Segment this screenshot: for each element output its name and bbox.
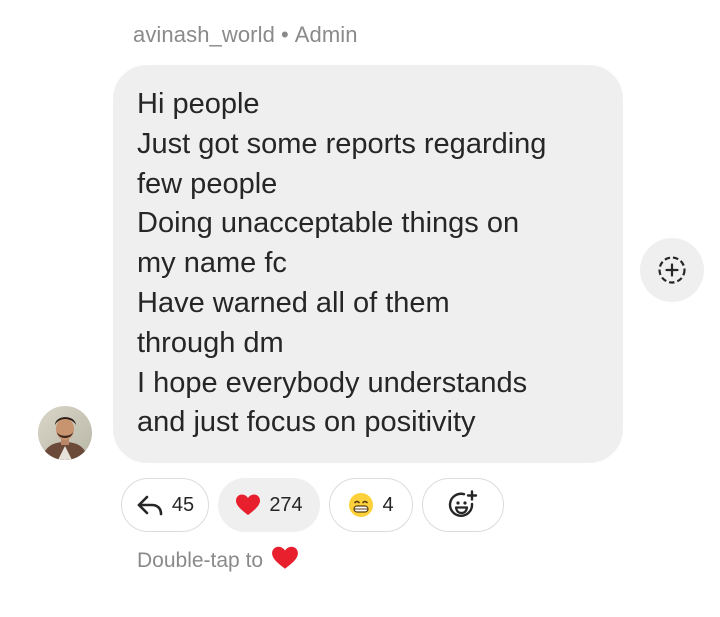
add-reaction-button[interactable] — [640, 238, 704, 302]
double-tap-hint: Double-tap to — [137, 545, 299, 577]
heart-reaction-chip[interactable]: 274 — [218, 478, 320, 532]
message-line: and just focus on positivity — [137, 406, 476, 439]
heart-icon — [271, 545, 299, 577]
separator-dot: • — [280, 22, 289, 47]
grinning-face-icon — [348, 492, 374, 518]
reply-arrow-icon — [136, 493, 164, 517]
add-emoji-icon — [448, 490, 478, 520]
heart-count: 274 — [269, 493, 303, 516]
message-line: I hope everybody understands — [137, 366, 528, 399]
avatar[interactable] — [38, 406, 92, 460]
add-reaction-icon — [658, 256, 686, 284]
message-line: Hi people — [137, 88, 260, 120]
message-line: few people — [137, 167, 278, 200]
message-line: Just got some reports regarding — [137, 127, 547, 160]
message-line: through dm — [137, 326, 284, 359]
message-line: Have warned all of them — [137, 286, 450, 319]
hint-text: Double-tap to — [137, 549, 264, 572]
sender-role: Admin — [294, 22, 358, 47]
message-line: my name fc — [137, 247, 287, 280]
sender-name[interactable]: avinash_world — [133, 22, 275, 47]
add-emoji-chip[interactable] — [422, 478, 504, 532]
grin-reaction-chip[interactable]: 4 — [329, 478, 413, 532]
heart-icon — [235, 493, 261, 517]
message-bubble[interactable]: Hi people Just got some reports regardin… — [113, 65, 623, 463]
grin-count: 4 — [382, 493, 394, 516]
reply-count: 45 — [171, 493, 195, 516]
reply-reaction-chip[interactable]: 45 — [121, 478, 209, 532]
message-line: Doing unacceptable things on — [137, 207, 520, 240]
sender-label: avinash_world • Admin — [133, 22, 358, 48]
